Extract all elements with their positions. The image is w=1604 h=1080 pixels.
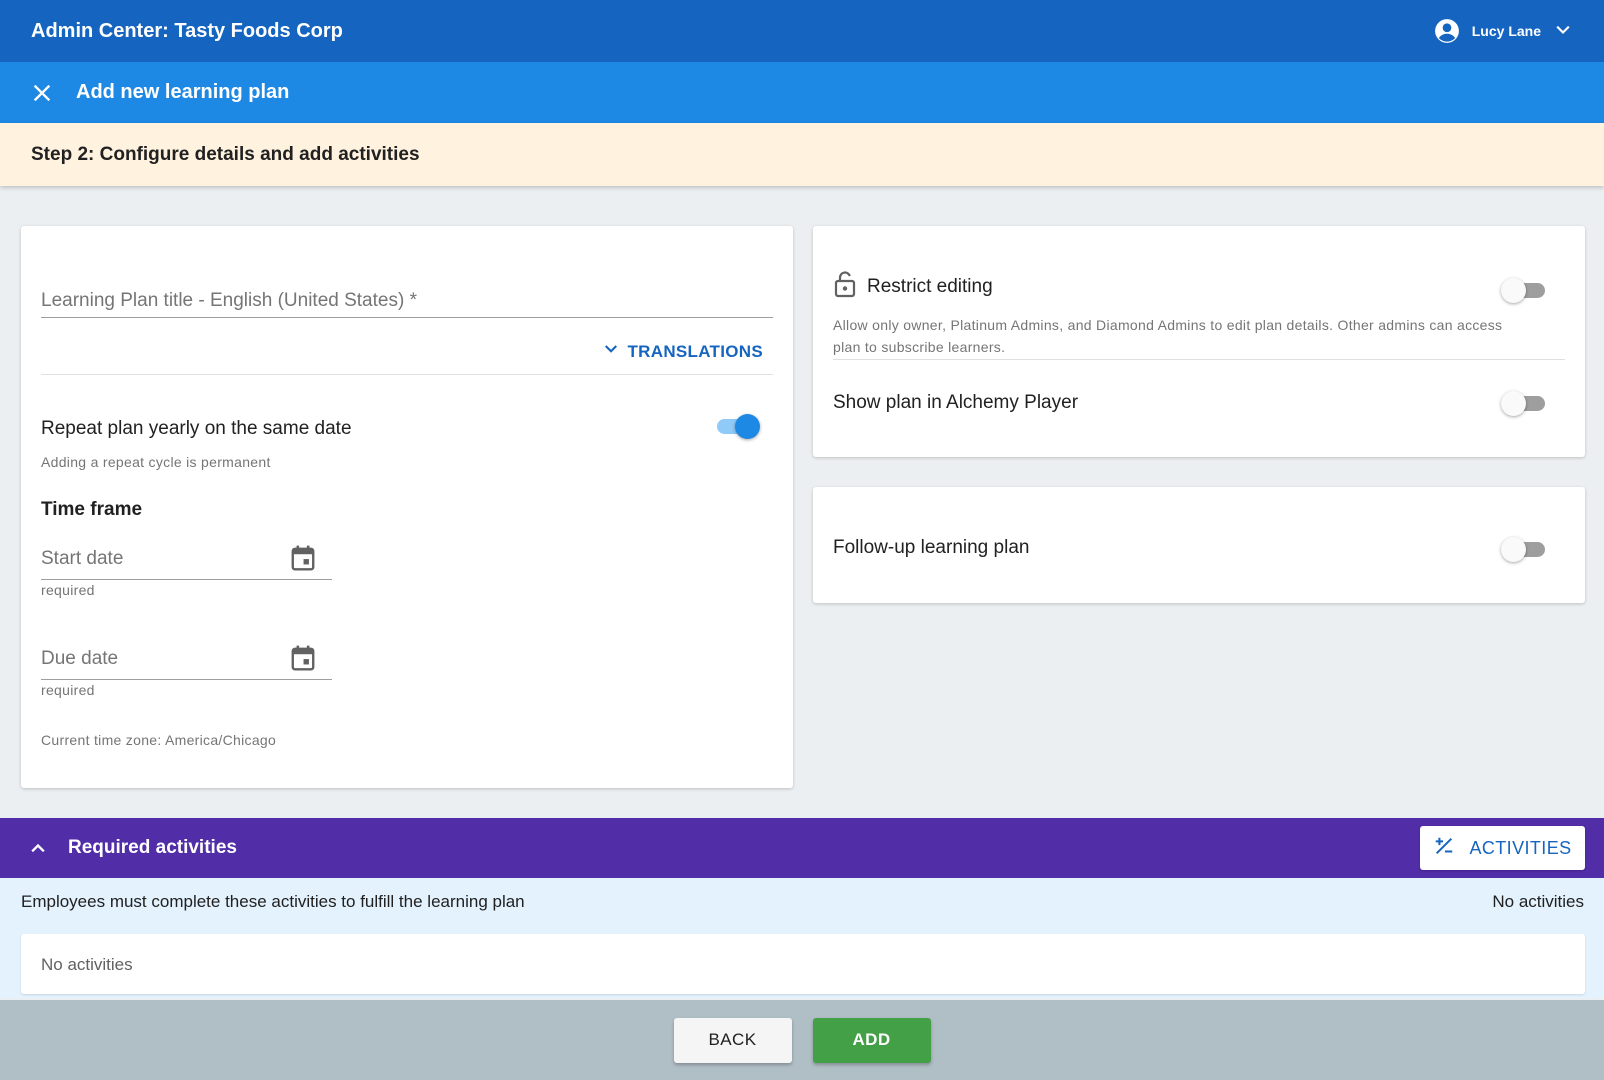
activities-button[interactable]: ACTIVITIES <box>1420 826 1585 870</box>
followup-card: Follow-up learning plan <box>813 487 1585 603</box>
user-name: Lucy Lane <box>1471 23 1541 39</box>
required-activities-description: Employees must complete these activities… <box>21 892 525 911</box>
activities-button-label: ACTIVITIES <box>1469 837 1572 858</box>
required-activities-header: Required activities ACTIVITIES <box>0 818 1604 878</box>
followup-plan-toggle[interactable] <box>1501 537 1547 562</box>
start-date-help: required <box>41 582 95 598</box>
restrict-editing-toggle[interactable] <box>1501 278 1547 303</box>
plus-minus-icon <box>1433 835 1455 862</box>
restrict-editing-label: Restrict editing <box>867 275 993 297</box>
dialog-header: Add new learning plan <box>0 62 1604 123</box>
footer-bar: BACK ADD <box>0 1000 1604 1080</box>
app-title: Admin Center: Tasty Foods Corp <box>31 19 343 42</box>
due-date-label: Due date <box>41 648 119 669</box>
chevron-down-icon <box>1553 20 1573 43</box>
account-circle-icon <box>1434 18 1460 44</box>
chevron-up-icon[interactable] <box>28 838 48 858</box>
empty-state-text: No activities <box>41 955 133 974</box>
lock-open-icon <box>833 270 857 303</box>
time-frame-heading: Time frame <box>41 499 143 520</box>
toggle-thumb <box>1501 391 1526 416</box>
add-button[interactable]: ADD <box>812 1017 931 1063</box>
translations-label: TRANSLATIONS <box>627 341 763 361</box>
close-icon[interactable] <box>30 81 54 105</box>
back-button[interactable]: BACK <box>673 1017 792 1063</box>
toggle-thumb <box>1501 278 1526 303</box>
restrict-editing-help: Allow only owner, Platinum Admins, and D… <box>833 317 1503 355</box>
divider <box>41 374 773 375</box>
step-banner: Step 2: Configure details and add activi… <box>0 123 1604 186</box>
calendar-icon[interactable] <box>290 544 316 577</box>
chevron-down-icon <box>602 340 620 363</box>
start-date-label: Start date <box>41 548 124 569</box>
dialog-title: Add new learning plan <box>76 81 290 103</box>
plan-settings-card: Restrict editing Allow only owner, Plati… <box>813 226 1585 457</box>
required-activities-panel: Employees must complete these activities… <box>0 878 1604 998</box>
toggle-thumb <box>735 414 760 439</box>
show-plan-label: Show plan in Alchemy Player <box>833 392 1079 413</box>
repeat-plan-help: Adding a repeat cycle is permanent <box>41 454 271 470</box>
step-title: Step 2: Configure details and add activi… <box>31 143 420 165</box>
start-date-field[interactable]: Start date <box>41 540 332 580</box>
activities-count: No activities <box>1492 892 1584 911</box>
plan-title-field[interactable]: Learning Plan title - English (United St… <box>41 266 773 318</box>
calendar-icon[interactable] <box>290 644 316 677</box>
toggle-thumb <box>1501 537 1526 562</box>
user-menu[interactable]: Lucy Lane <box>1434 18 1573 44</box>
app-header: Admin Center: Tasty Foods Corp Lucy Lane <box>0 0 1604 62</box>
repeat-plan-toggle[interactable] <box>715 414 760 439</box>
divider <box>833 359 1565 360</box>
due-date-field[interactable]: Due date <box>41 640 332 680</box>
time-zone-text: Current time zone: America/Chicago <box>41 732 277 748</box>
restrict-editing-row: Restrict editing <box>833 270 993 303</box>
required-activities-title: Required activities <box>68 837 237 858</box>
translations-button[interactable]: TRANSLATIONS <box>602 340 764 363</box>
activities-list: No activities <box>21 934 1585 994</box>
followup-plan-label: Follow-up learning plan <box>833 537 1030 558</box>
show-plan-toggle[interactable] <box>1501 391 1547 416</box>
repeat-plan-label: Repeat plan yearly on the same date <box>41 418 352 439</box>
plan-details-card: Learning Plan title - English (United St… <box>21 226 793 788</box>
due-date-help: required <box>41 682 95 698</box>
plan-title-label: Learning Plan title - English (United St… <box>41 290 417 311</box>
